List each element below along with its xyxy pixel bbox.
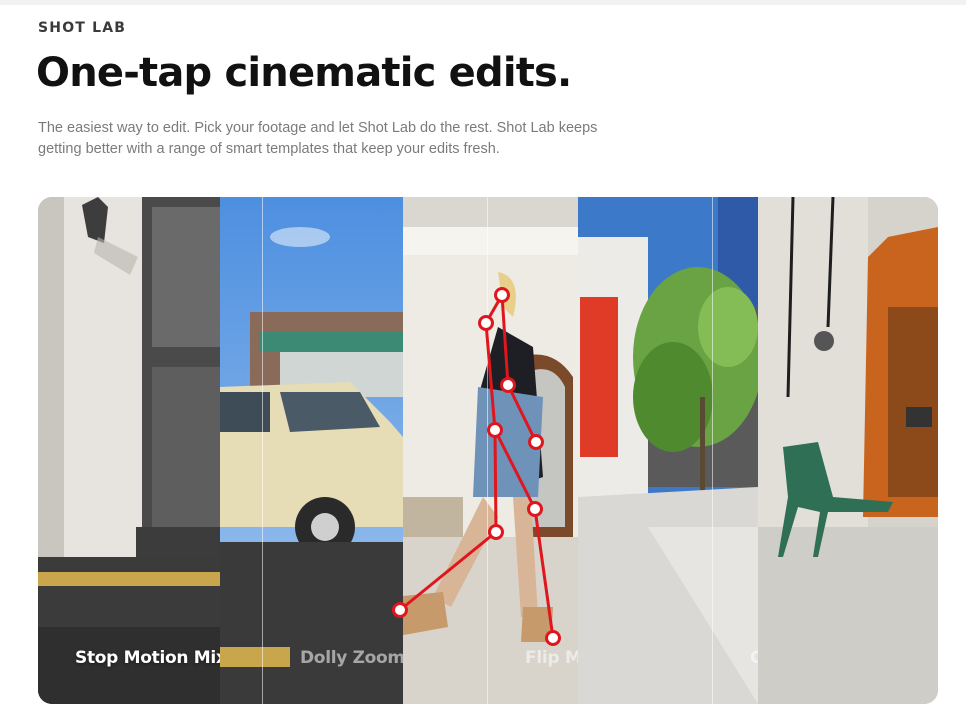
top-bar bbox=[0, 0, 966, 5]
section-eyebrow: SHOT LAB bbox=[38, 20, 127, 36]
skeleton-joints bbox=[392, 287, 561, 646]
pose-skeleton-overlay bbox=[392, 287, 561, 646]
template-showcase: Stop Motion Mix Dolly Zoom Flip M C bbox=[38, 197, 938, 704]
skeleton-bones bbox=[399, 294, 555, 639]
page-description: The easiest way to edit. Pick your foota… bbox=[38, 120, 598, 157]
page-title: One-tap cinematic edits. bbox=[36, 50, 572, 96]
